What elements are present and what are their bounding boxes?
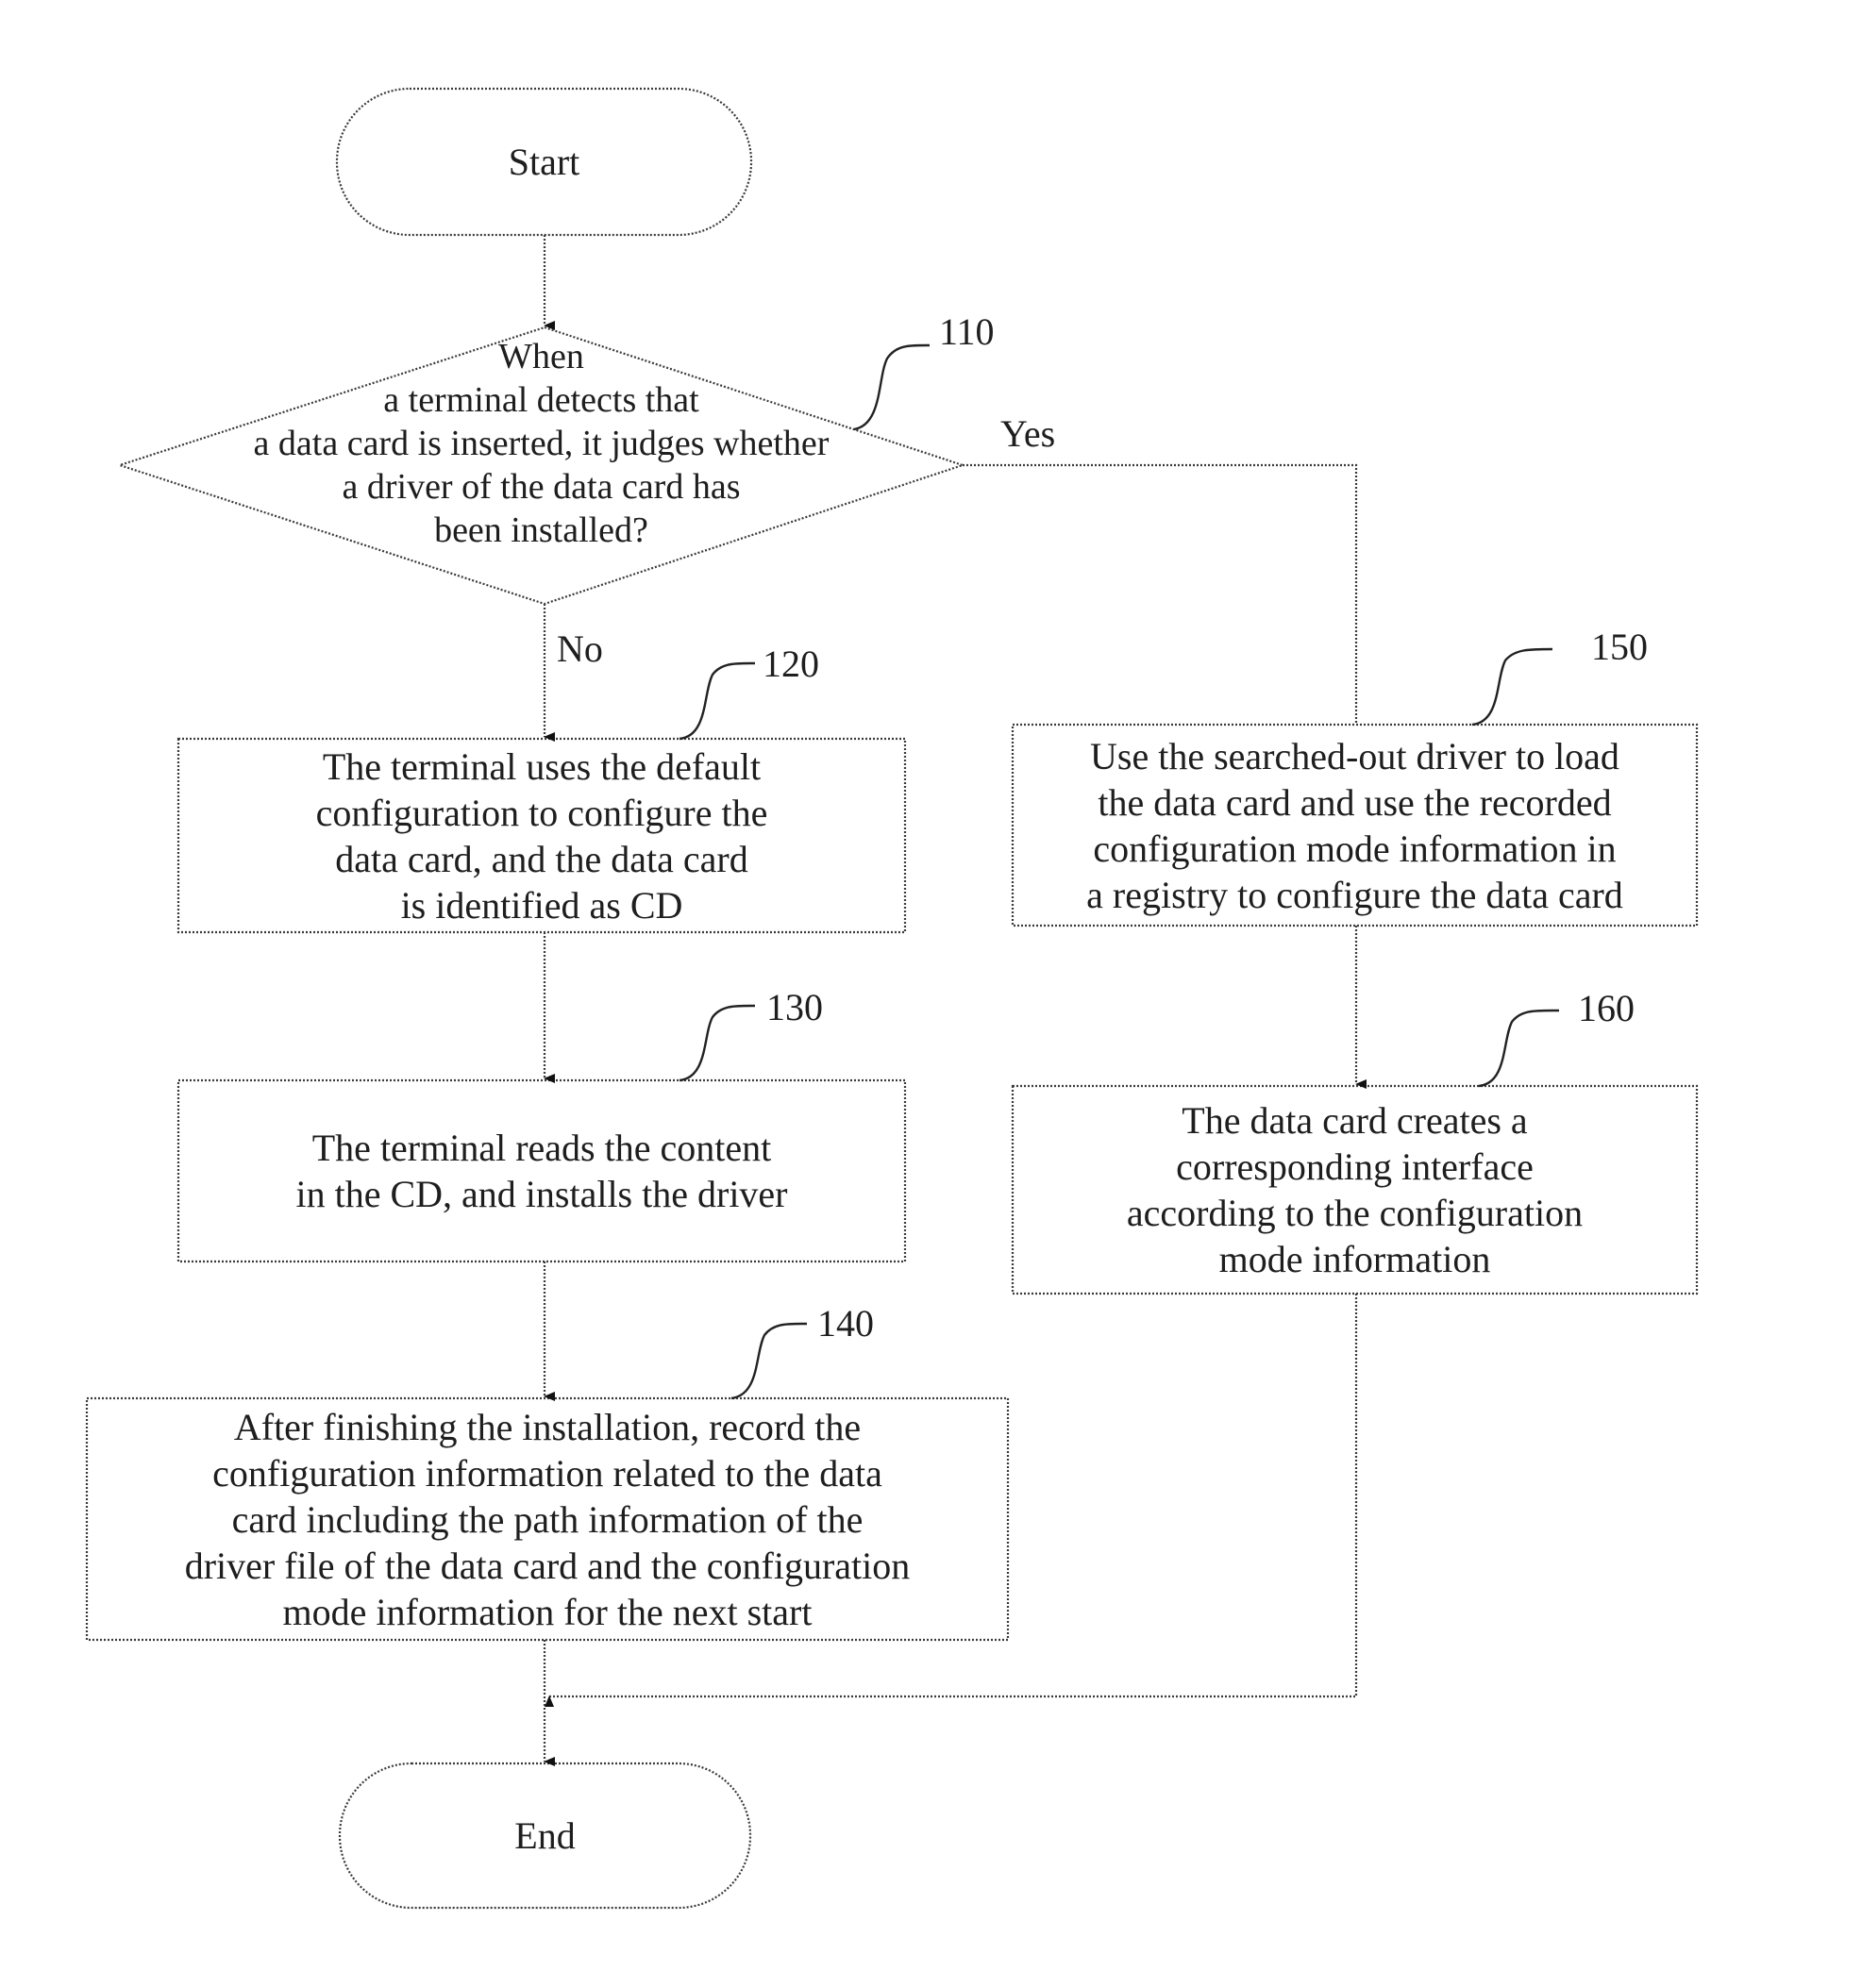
branch-no-label: No bbox=[557, 627, 603, 670]
branch-yes-label: Yes bbox=[1000, 412, 1056, 455]
leader-120 bbox=[679, 661, 756, 741]
ref-150: 150 bbox=[1591, 626, 1648, 668]
leader-150 bbox=[1471, 647, 1553, 727]
process-140: After finishing the installation, record… bbox=[87, 1398, 1008, 1640]
process-130-text: The terminal reads the content in the CD… bbox=[295, 1127, 788, 1215]
process-150: Use the searched-out driver to load the … bbox=[1013, 725, 1697, 926]
decision-110: When a terminal detects that a data card… bbox=[120, 330, 963, 557]
decision-110-text: When a terminal detects that a data card… bbox=[253, 337, 830, 550]
ref-160: 160 bbox=[1578, 987, 1635, 1029]
process-160: The data card creates a corresponding in… bbox=[1013, 1086, 1697, 1294]
process-150-text: Use the searched-out driver to load the … bbox=[1086, 734, 1623, 916]
process-160-text: The data card creates a corresponding in… bbox=[1126, 1099, 1584, 1280]
leader-130 bbox=[679, 1004, 756, 1082]
end-node: End bbox=[340, 1763, 750, 1908]
leader-160 bbox=[1478, 1009, 1560, 1088]
start-node: Start bbox=[337, 89, 751, 235]
leader-140 bbox=[730, 1322, 808, 1400]
ref-140: 140 bbox=[817, 1302, 874, 1345]
start-label: Start bbox=[508, 141, 580, 183]
process-120-text: The terminal uses the default configurat… bbox=[315, 744, 768, 927]
ref-130: 130 bbox=[766, 986, 823, 1028]
ref-110: 110 bbox=[939, 310, 995, 353]
ref-120: 120 bbox=[763, 643, 819, 685]
end-label: End bbox=[514, 1814, 576, 1857]
process-130: The terminal reads the content in the CD… bbox=[178, 1080, 905, 1261]
process-120: The terminal uses the default configurat… bbox=[178, 739, 905, 932]
process-140-text: After finishing the installation, record… bbox=[184, 1405, 911, 1633]
edge-110-to-150 bbox=[963, 463, 1358, 725]
